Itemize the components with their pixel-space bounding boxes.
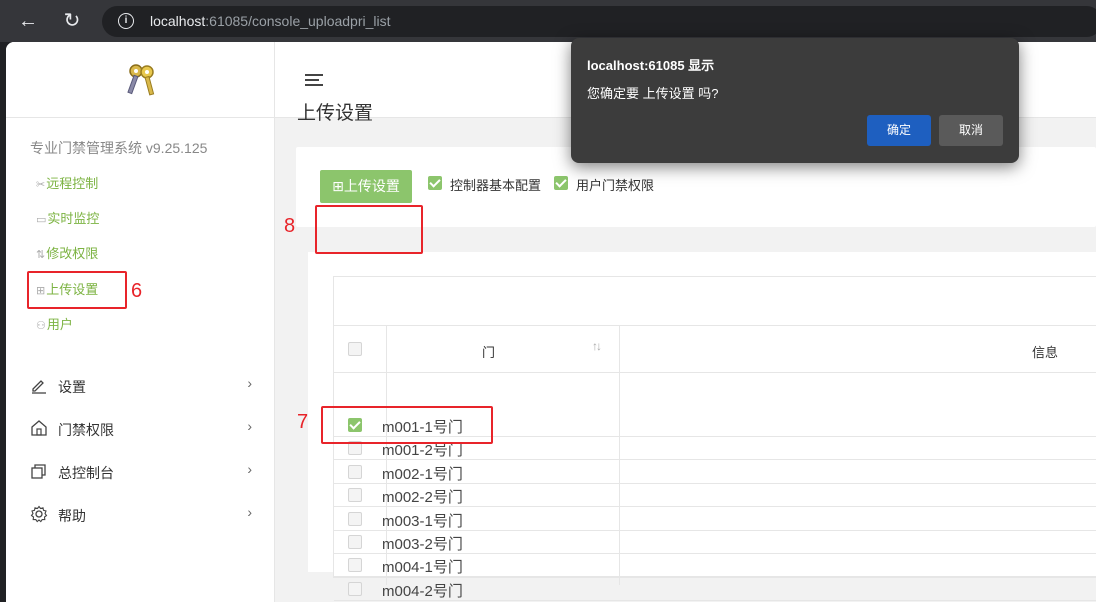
dialog-title: localhost:61085 显示 [587, 58, 715, 73]
user-permission-label: 用户门禁权限 [576, 178, 655, 193]
chevron-right-icon: › [247, 375, 252, 391]
app-title: 专业门禁管理系统 v9.25.125 [30, 140, 208, 156]
sort-icon: ⇅ [36, 249, 46, 261]
menu-item-label: 总控制台 [58, 465, 114, 481]
menu-item-door-permission[interactable]: 门禁权限 › [30, 418, 252, 442]
door-name: m002-2号门 [382, 489, 463, 507]
annotation-number-8: 8 [284, 215, 296, 237]
sort-icon[interactable]: ↑↓ [592, 339, 602, 353]
sidebar-item-label: 用户 [46, 317, 73, 332]
confirm-dialog: localhost:61085 显示 您确定要 上传设置 吗? 确定 取消 [571, 38, 1019, 163]
menu-toggle-icon[interactable] [305, 74, 323, 88]
sidebar-item-remote-control[interactable]: ✂远程控制 [36, 173, 98, 192]
annotation-box-8 [315, 205, 423, 254]
table-row[interactable]: m004-1号门 [334, 553, 1096, 578]
table-row[interactable]: m004-2号门 [334, 577, 1096, 601]
row-checkbox[interactable] [348, 581, 362, 596]
confirm-cancel-button[interactable]: 取消 [939, 115, 1003, 146]
keys-logo-icon [127, 64, 155, 96]
annotation-box-7 [321, 406, 493, 444]
user-permission-checkbox[interactable] [554, 176, 568, 190]
row-checkbox[interactable] [348, 558, 362, 573]
chevron-right-icon: › [247, 461, 252, 477]
row-checkbox[interactable] [348, 535, 362, 549]
door-name: m004-2号门 [382, 582, 463, 600]
url-path: :61085/console_uploadpri_list [205, 13, 391, 29]
table-row[interactable]: m002-2号门 [334, 483, 1096, 508]
door-name: m002-1号门 [382, 465, 463, 483]
url-host: localhost [150, 13, 206, 29]
door-name: m003-2号门 [382, 536, 463, 553]
menu-item-help[interactable]: 帮助 › [30, 504, 252, 528]
scissors-icon: ✂ [36, 179, 46, 191]
menu-item-label: 设置 [58, 379, 86, 395]
gear-icon [30, 505, 48, 523]
door-name: m003-1号门 [382, 512, 463, 530]
plus-box-icon: ⊞ [332, 178, 344, 194]
annotation-number-7: 7 [297, 411, 309, 433]
url-text[interactable]: localhost:61085/console_uploadpri_list [150, 13, 391, 29]
edit-icon [32, 380, 46, 394]
upload-button-label: 上传设置 [343, 178, 400, 194]
sidebar: 专业门禁管理系统 v9.25.125 ✂远程控制 ▭实时监控 ⇅修改权限 ⊞上传… [6, 42, 275, 602]
select-all-checkbox[interactable] [348, 342, 362, 356]
basic-config-label: 控制器基本配置 [450, 178, 542, 193]
column-header-info: 信息 [1032, 345, 1059, 360]
basic-config-checkbox[interactable] [428, 176, 442, 190]
table-row[interactable]: m003-2号门 [334, 530, 1096, 554]
info-icon[interactable]: i [118, 13, 134, 29]
sidebar-item-users[interactable]: ⚇用户 [36, 314, 73, 333]
menu-item-label: 帮助 [58, 508, 86, 524]
confirm-ok-button[interactable]: 确定 [867, 115, 931, 146]
logo-area [6, 42, 274, 118]
row-checkbox[interactable] [348, 511, 362, 526]
dialog-message: 您确定要 上传设置 吗? [587, 86, 719, 101]
column-header-door[interactable]: 门 [482, 342, 495, 361]
row-checkbox[interactable] [348, 464, 362, 479]
reload-icon[interactable]: ↻ [60, 9, 84, 33]
sidebar-item-label: 远程控制 [46, 176, 99, 191]
page-title: 上传设置 [297, 103, 374, 124]
table-row[interactable]: m003-1号门 [334, 507, 1096, 531]
browser-toolbar: ← ↻ i localhost:61085/console_uploadpri_… [0, 0, 1096, 42]
sidebar-item-modify-permission[interactable]: ⇅修改权限 [36, 243, 98, 262]
door-name: m004-1号门 [382, 559, 463, 577]
menu-item-settings[interactable]: 设置 › [30, 375, 252, 399]
upload-settings-button[interactable]: ⊞上传设置 [320, 170, 412, 203]
chevron-right-icon: › [247, 418, 252, 434]
sidebar-item-realtime-monitor[interactable]: ▭实时监控 [36, 208, 99, 227]
menu-item-console[interactable]: 总控制台 › [30, 461, 252, 485]
monitor-icon: ▭ [36, 214, 47, 226]
row-checkbox[interactable] [348, 488, 362, 503]
table-header: 门 ↑↓ 信息 [334, 325, 1096, 373]
home-icon [31, 420, 47, 436]
users-icon: ⚇ [36, 320, 46, 332]
copy-icon [31, 464, 46, 479]
address-bar[interactable]: i localhost:61085/console_uploadpri_list [102, 6, 1096, 37]
menu-item-label: 门禁权限 [58, 422, 114, 438]
table-row[interactable]: m002-1号门 [334, 460, 1096, 484]
sidebar-item-label: 修改权限 [46, 246, 99, 261]
annotation-box-6 [27, 271, 127, 309]
back-icon[interactable]: ← [16, 9, 40, 33]
annotation-number-6: 6 [131, 280, 143, 302]
sidebar-item-label: 实时监控 [47, 211, 100, 226]
chevron-right-icon: › [247, 504, 252, 520]
